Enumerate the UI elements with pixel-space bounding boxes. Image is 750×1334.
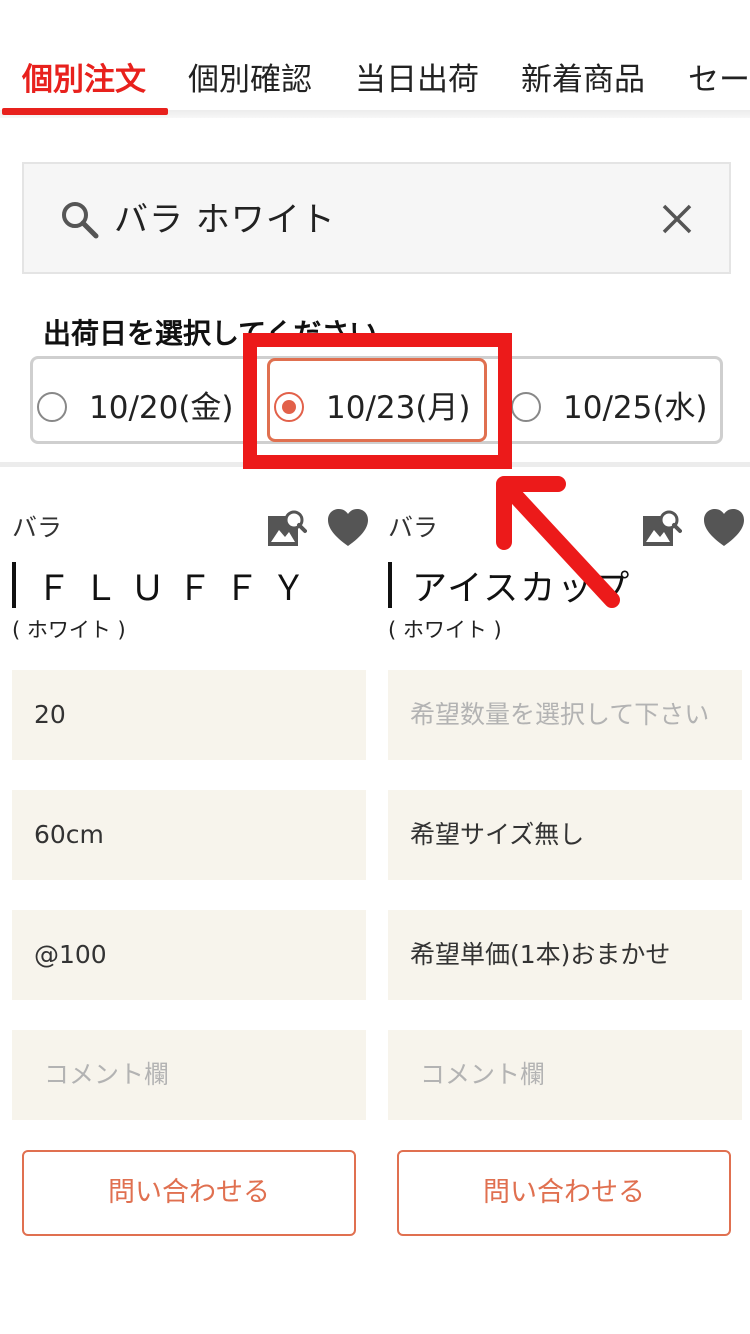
search-icon [62, 202, 99, 239]
product-category: バラ [388, 513, 439, 542]
tab-same-day-shipping[interactable]: 当日出荷 [355, 54, 479, 99]
quantity-select[interactable]: 希望数量を選択して下さい [388, 670, 742, 760]
search-box[interactable]: バラ ホワイト [22, 162, 731, 274]
product-color: ( ホワイト ) [12, 618, 126, 642]
tab-sale[interactable]: セー [688, 54, 750, 99]
active-tab-indicator [2, 108, 168, 115]
ship-date-option-label: 10/20(金) [89, 390, 234, 426]
product-name: ＦＬＵＦＦＹ [36, 569, 319, 609]
radio-icon[interactable] [37, 391, 67, 422]
inquiry-button[interactable]: 問い合わせる [22, 1150, 356, 1236]
annotation-arrow-icon [496, 476, 620, 608]
tab-individual-confirm[interactable]: 個別確認 [188, 54, 312, 99]
image-search-icon[interactable] [642, 510, 682, 550]
tab-bar: 個別注文 個別確認 当日出荷 新着商品 セー [0, 0, 750, 118]
ship-date-option-1[interactable]: 10/20(金) [37, 382, 234, 426]
image-search-icon[interactable] [267, 510, 307, 550]
tab-new-products[interactable]: 新着商品 [521, 54, 645, 99]
heart-icon[interactable] [702, 508, 746, 548]
size-select[interactable]: 60cm [12, 790, 366, 880]
price-select[interactable]: 希望単価(1本)おまかせ [388, 910, 742, 1000]
inquiry-button[interactable]: 問い合わせる [397, 1150, 731, 1236]
annotation-highlight-box [243, 333, 512, 469]
comment-input[interactable]: コメント欄 [12, 1030, 366, 1120]
name-accent-bar [388, 562, 392, 608]
ship-date-option-label: 10/25(水) [563, 390, 708, 426]
size-select[interactable]: 希望サイズ無し [388, 790, 742, 880]
radio-icon[interactable] [511, 391, 541, 422]
comment-input[interactable]: コメント欄 [388, 1030, 742, 1120]
quantity-select[interactable]: 20 [12, 670, 366, 760]
close-icon[interactable] [660, 202, 694, 236]
search-input[interactable]: バラ ホワイト [114, 192, 336, 241]
heart-icon[interactable] [326, 508, 370, 548]
price-select[interactable]: @100 [12, 910, 366, 1000]
name-accent-bar [12, 562, 16, 608]
ship-date-option-3[interactable]: 10/25(水) [511, 382, 708, 426]
product-category: バラ [12, 513, 63, 542]
tab-individual-order[interactable]: 個別注文 [22, 54, 146, 99]
